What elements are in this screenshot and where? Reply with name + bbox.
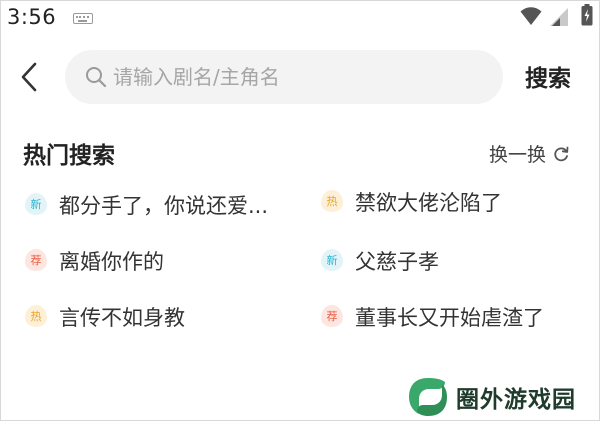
new-badge: 新 [23,192,49,218]
hot-search-item[interactable]: 新 父慈子孝 [319,245,439,277]
search-input[interactable] [113,50,493,104]
status-bar: 3:56 [1,1,599,37]
battery-icon [581,4,593,26]
keyboard-icon [73,13,93,24]
hot-search-item[interactable]: 热 言传不如身教 [23,301,185,333]
refresh-button[interactable]: 换一换 [489,140,570,167]
hot-search-item-label: 禁欲大佬沦陷了 [355,191,502,215]
hot-search-item-label: 都分手了，你说还爱... [59,194,269,218]
hot-search-item-label: 离婚你作的 [59,250,164,274]
new-badge: 新 [319,248,345,274]
back-button[interactable] [13,59,45,95]
refresh-label: 换一换 [489,144,547,166]
hot-search-item-label: 父慈子孝 [355,250,439,274]
signal-icon [550,8,568,26]
hot-badge: 热 [319,189,345,215]
app-screen: 3:56 搜索 热门搜索 换一换 [0,0,600,421]
search-button[interactable]: 搜索 [525,59,571,93]
chevron-left-icon [21,62,37,92]
hot-search-item[interactable]: 荐 董事长又开始虐渣了 [319,301,544,333]
search-box[interactable] [65,50,503,104]
hot-search-item-label: 董事长又开始虐渣了 [355,306,544,330]
wifi-icon [520,7,542,25]
watermark-text: 圈外游戏园 [456,387,576,413]
hot-search-item[interactable]: 热 禁欲大佬沦陷了 [319,186,502,218]
status-time: 3:56 [7,5,57,29]
hot-search-item[interactable]: 新 都分手了，你说还爱... [23,189,268,221]
hot-badge: 热 [23,304,49,330]
hot-search-item-label: 言传不如身教 [59,306,185,330]
watermark-logo-icon [409,378,447,416]
search-icon [86,67,107,88]
hot-search-item[interactable]: 荐 离婚你作的 [23,245,164,277]
hot-search-title: 热门搜索 [23,143,115,169]
refresh-icon [554,146,569,161]
recommend-badge: 荐 [23,248,49,274]
recommend-badge: 荐 [319,304,345,330]
watermark: 圈外游戏园 [406,373,596,420]
